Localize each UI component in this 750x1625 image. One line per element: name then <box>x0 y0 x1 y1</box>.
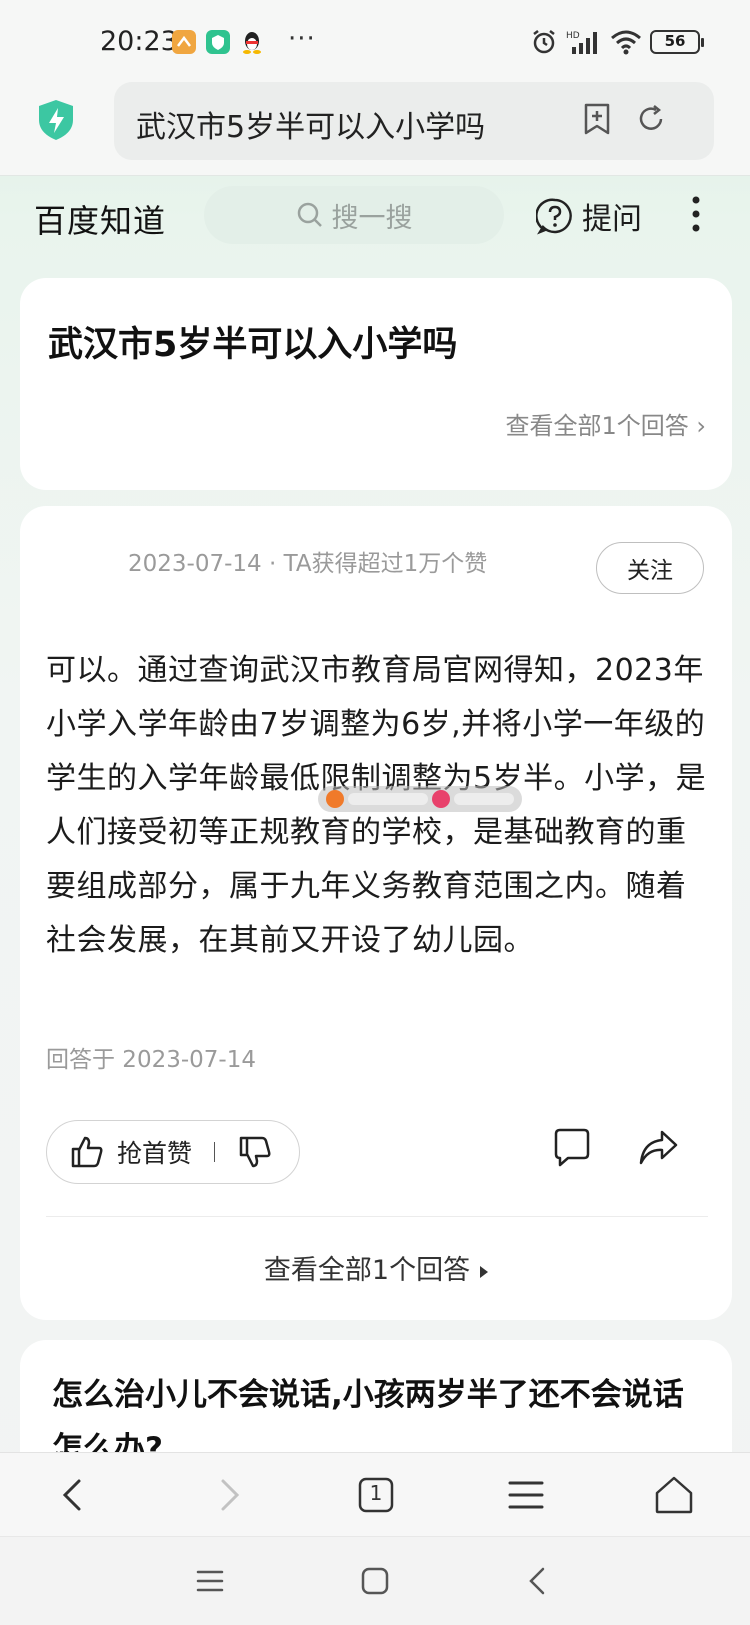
answer-date: 回答于 2023-07-14 <box>46 1047 256 1073</box>
related-question-title[interactable]: 怎么治小儿不会说话,小孩两岁半了还不会说话怎么办? <box>52 1368 712 1460</box>
browser-toolbar: 1 <box>0 1452 750 1536</box>
tab-count: 1 <box>369 1481 383 1505</box>
menu-icon[interactable] <box>504 1473 548 1517</box>
watermark-target-icon <box>432 790 450 808</box>
follow-button[interactable]: 关注 <box>596 542 704 594</box>
status-bar: 20:23 ··· HD 56 <box>0 0 750 80</box>
vote-pill: 抢首赞 <box>46 1120 300 1184</box>
system-nav-bar <box>0 1536 750 1625</box>
thumbs-down-icon[interactable] <box>237 1134 273 1170</box>
divider <box>46 1216 708 1217</box>
related-question-card[interactable]: 怎么治小儿不会说话,小孩两岁半了还不会说话怎么办? <box>20 1340 732 1460</box>
hd-signal-icon: HD <box>566 31 597 54</box>
status-time: 20:23 <box>100 26 178 57</box>
back-nav-icon[interactable] <box>522 1565 554 1597</box>
battery-icon: 56 <box>650 30 704 54</box>
view-all-footer-label: 查看全部1个回答 <box>263 1255 471 1286</box>
refresh-icon[interactable] <box>634 102 668 136</box>
watermark-logo-icon <box>326 790 344 808</box>
status-indicators: HD 56 <box>530 28 704 56</box>
view-all-label: 查看全部1个回答 <box>505 412 689 440</box>
ask-label: 提问 <box>582 202 642 237</box>
forward-icon[interactable] <box>206 1473 250 1517</box>
home-nav-icon[interactable] <box>359 1565 391 1597</box>
watermark <box>318 786 522 812</box>
url-text[interactable]: 武汉市5岁半可以入小学吗 <box>136 102 485 146</box>
security-shield-icon[interactable] <box>36 98 76 142</box>
add-bookmark-icon[interactable] <box>580 102 614 136</box>
answer-card: 2023-07-14 · TA获得超过1万个赞 关注 可以。通过查询武汉市教育局… <box>20 506 732 1320</box>
ask-question-button[interactable]: 提问 <box>536 194 642 238</box>
svg-text:HD: HD <box>566 31 580 41</box>
shield-app-icon <box>206 30 230 54</box>
question-icon <box>536 198 572 235</box>
search-icon <box>297 202 322 227</box>
view-all-answers-link[interactable]: 查看全部1个回答 › <box>505 406 706 441</box>
url-field[interactable]: 武汉市5岁半可以入小学吗 <box>114 82 714 160</box>
triangle-right-icon <box>480 1265 489 1278</box>
chevron-right-icon: › <box>696 412 706 440</box>
more-dots-icon: ··· <box>288 24 316 54</box>
back-icon[interactable] <box>52 1473 96 1517</box>
site-search-box[interactable]: 搜一搜 <box>204 186 504 244</box>
home-icon[interactable] <box>652 1473 696 1517</box>
question-card: 武汉市5岁半可以入小学吗 查看全部1个回答 › <box>20 278 732 490</box>
search-placeholder: 搜一搜 <box>331 202 413 234</box>
site-logo[interactable]: 百度知道 <box>34 196 166 242</box>
recent-apps-icon[interactable] <box>194 1565 226 1597</box>
notification-app-icon <box>172 30 196 54</box>
baidu-zhidao-header: 百度知道 搜一搜 提问 <box>0 180 750 276</box>
question-title: 武汉市5岁半可以入小学吗 <box>48 325 458 365</box>
more-vertical-icon[interactable] <box>690 194 702 234</box>
view-all-answers-footer[interactable]: 查看全部1个回答 <box>20 1248 732 1287</box>
vote-divider <box>214 1142 216 1162</box>
tabs-button[interactable]: 1 <box>354 1473 398 1517</box>
comment-icon[interactable] <box>550 1126 594 1170</box>
wifi-icon <box>611 30 641 55</box>
address-bar: 武汉市5岁半可以入小学吗 <box>0 80 750 176</box>
qq-icon <box>240 30 264 54</box>
alarm-icon <box>533 30 555 54</box>
answer-meta: 2023-07-14 · TA获得超过1万个赞 <box>128 551 488 577</box>
like-label[interactable]: 抢首赞 <box>117 1134 192 1170</box>
thumbs-up-icon[interactable] <box>69 1134 105 1170</box>
share-icon[interactable] <box>636 1126 680 1170</box>
